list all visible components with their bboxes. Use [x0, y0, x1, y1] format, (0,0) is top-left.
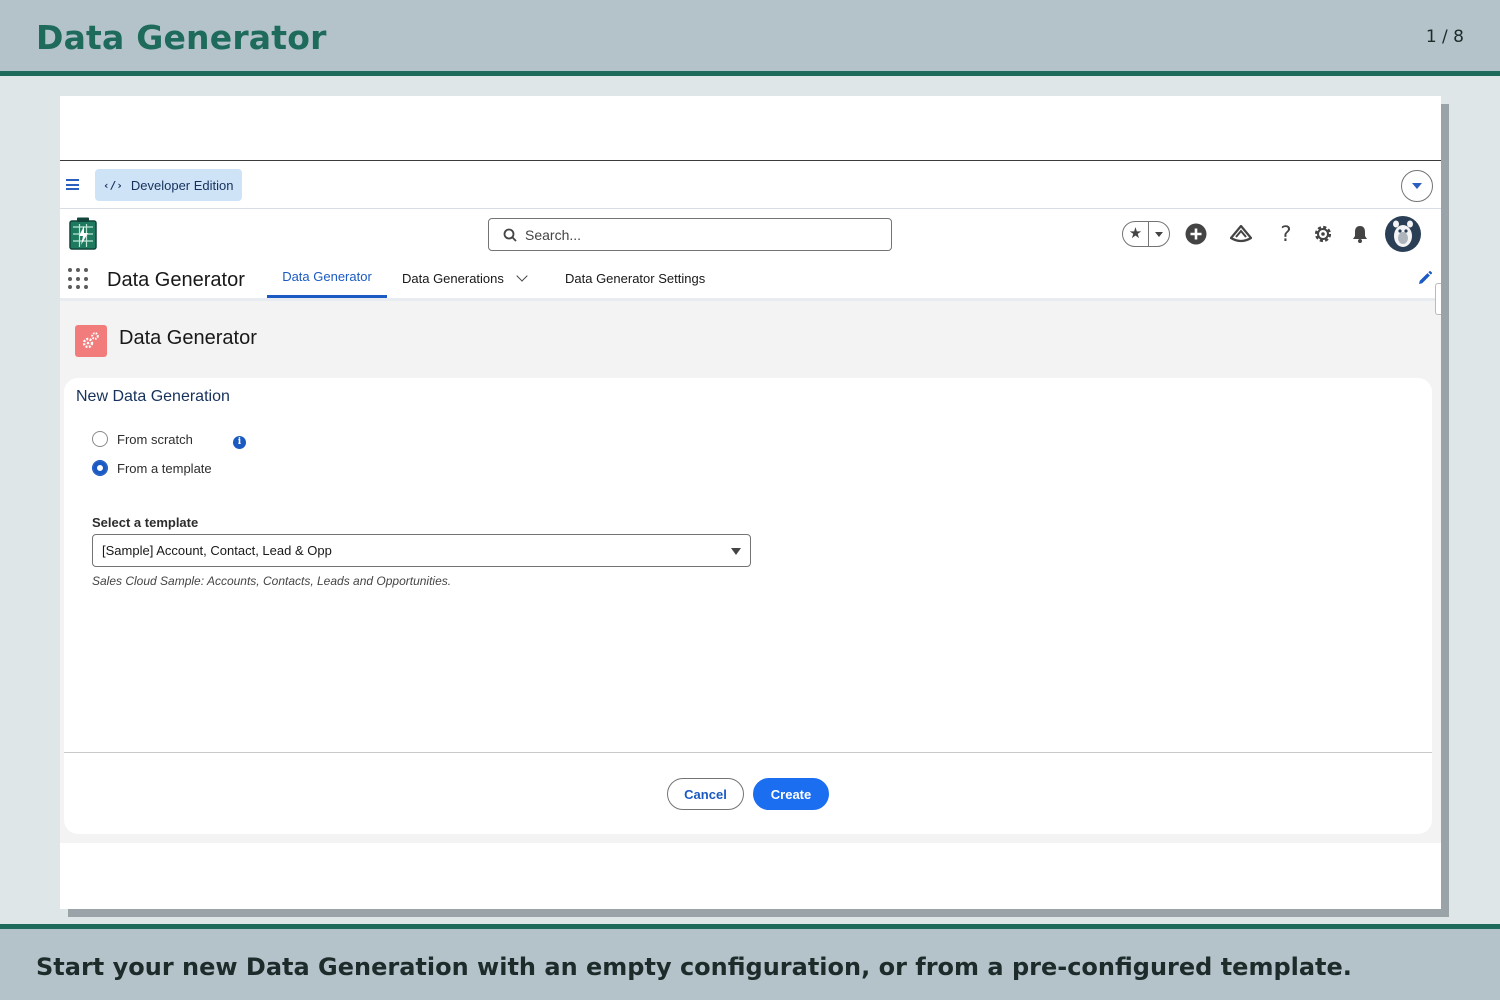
radio-from-scratch[interactable]: From scratch — [92, 431, 193, 447]
info-icon[interactable]: i — [233, 436, 246, 449]
app-launcher-icon[interactable] — [68, 268, 90, 290]
slide-footer: Start your new Data Generation with an e… — [0, 924, 1500, 1000]
tab-data-generator-settings[interactable]: Data Generator Settings — [565, 258, 705, 298]
org-dropdown-button[interactable] — [1401, 170, 1433, 202]
main-content: Data Generator New Data Generation From … — [60, 283, 1441, 843]
app-name: Data Generator — [107, 269, 245, 291]
slide-caption: Start your new Data Generation with an e… — [36, 953, 1352, 981]
global-header: ★ ? — [60, 210, 1441, 258]
search-icon — [503, 228, 517, 242]
notifications-bell-icon[interactable] — [1348, 222, 1372, 246]
screenshot-frame: ‹/› Developer Edition ★ — [60, 96, 1441, 909]
developer-edition-badge[interactable]: ‹/› Developer Edition — [95, 169, 242, 201]
tab-data-generations-label: Data Generations — [402, 270, 504, 286]
help-icon[interactable]: ? — [1274, 222, 1298, 246]
search-field[interactable] — [525, 226, 885, 243]
radio-button[interactable] — [92, 431, 108, 447]
gears-icon — [75, 325, 107, 357]
radio-from-scratch-label: From scratch — [117, 431, 193, 447]
card-title: New Data Generation — [76, 388, 230, 405]
select-caret-icon — [731, 548, 741, 555]
slide-title: Data Generator — [36, 18, 327, 57]
gear-icon[interactable] — [1311, 222, 1335, 246]
radio-from-template-label: From a template — [117, 460, 212, 476]
create-button[interactable]: Create — [753, 778, 829, 810]
caret-down-icon — [1412, 183, 1422, 189]
page-title: Data Generator — [119, 326, 257, 349]
template-select[interactable]: [Sample] Account, Contact, Lead & Opp — [92, 534, 751, 567]
hamburger-menu-icon[interactable] — [66, 179, 79, 190]
app-navigation: Data Generator Data Generator Data Gener… — [60, 258, 1441, 301]
favorites-caret-icon[interactable] — [1149, 231, 1169, 237]
footer-divider — [64, 752, 1432, 753]
radio-button-selected[interactable] — [92, 460, 108, 476]
developer-edition-label: Developer Edition — [130, 177, 234, 193]
tab-data-generator[interactable]: Data Generator — [267, 258, 387, 298]
favorites-button[interactable]: ★ — [1122, 221, 1170, 247]
trailhead-icon[interactable] — [1229, 222, 1253, 246]
template-help-text: Sales Cloud Sample: Accounts, Contacts, … — [92, 574, 452, 588]
star-icon: ★ — [1123, 222, 1149, 246]
page-header: Data Generator — [75, 325, 257, 357]
code-icon: ‹/› — [103, 178, 123, 192]
cancel-button[interactable]: Cancel — [667, 778, 744, 810]
header-actions: ★ ? — [1122, 216, 1421, 252]
chevron-down-icon[interactable] — [516, 269, 528, 282]
template-field-label: Select a template — [92, 515, 199, 530]
developer-edition-bar: ‹/› Developer Edition — [60, 161, 1441, 209]
new-data-generation-card: New Data Generation From scratch i From … — [64, 378, 1432, 834]
radio-from-template[interactable]: From a template — [92, 460, 212, 476]
slide-header: Data Generator 1 / 8 — [0, 0, 1500, 76]
global-search-input[interactable] — [488, 218, 892, 251]
slide-counter: 1 / 8 — [1425, 27, 1464, 47]
tab-data-generations[interactable]: Data Generations — [402, 258, 528, 298]
scrollbar-handle[interactable] — [1435, 283, 1441, 315]
global-actions-plus-icon[interactable] — [1184, 222, 1208, 246]
edit-nav-pencil-icon[interactable] — [1417, 270, 1433, 286]
app-logo-icon[interactable] — [69, 217, 97, 250]
user-avatar[interactable] — [1385, 216, 1421, 252]
template-select-value: [Sample] Account, Contact, Lead & Opp — [102, 543, 332, 558]
